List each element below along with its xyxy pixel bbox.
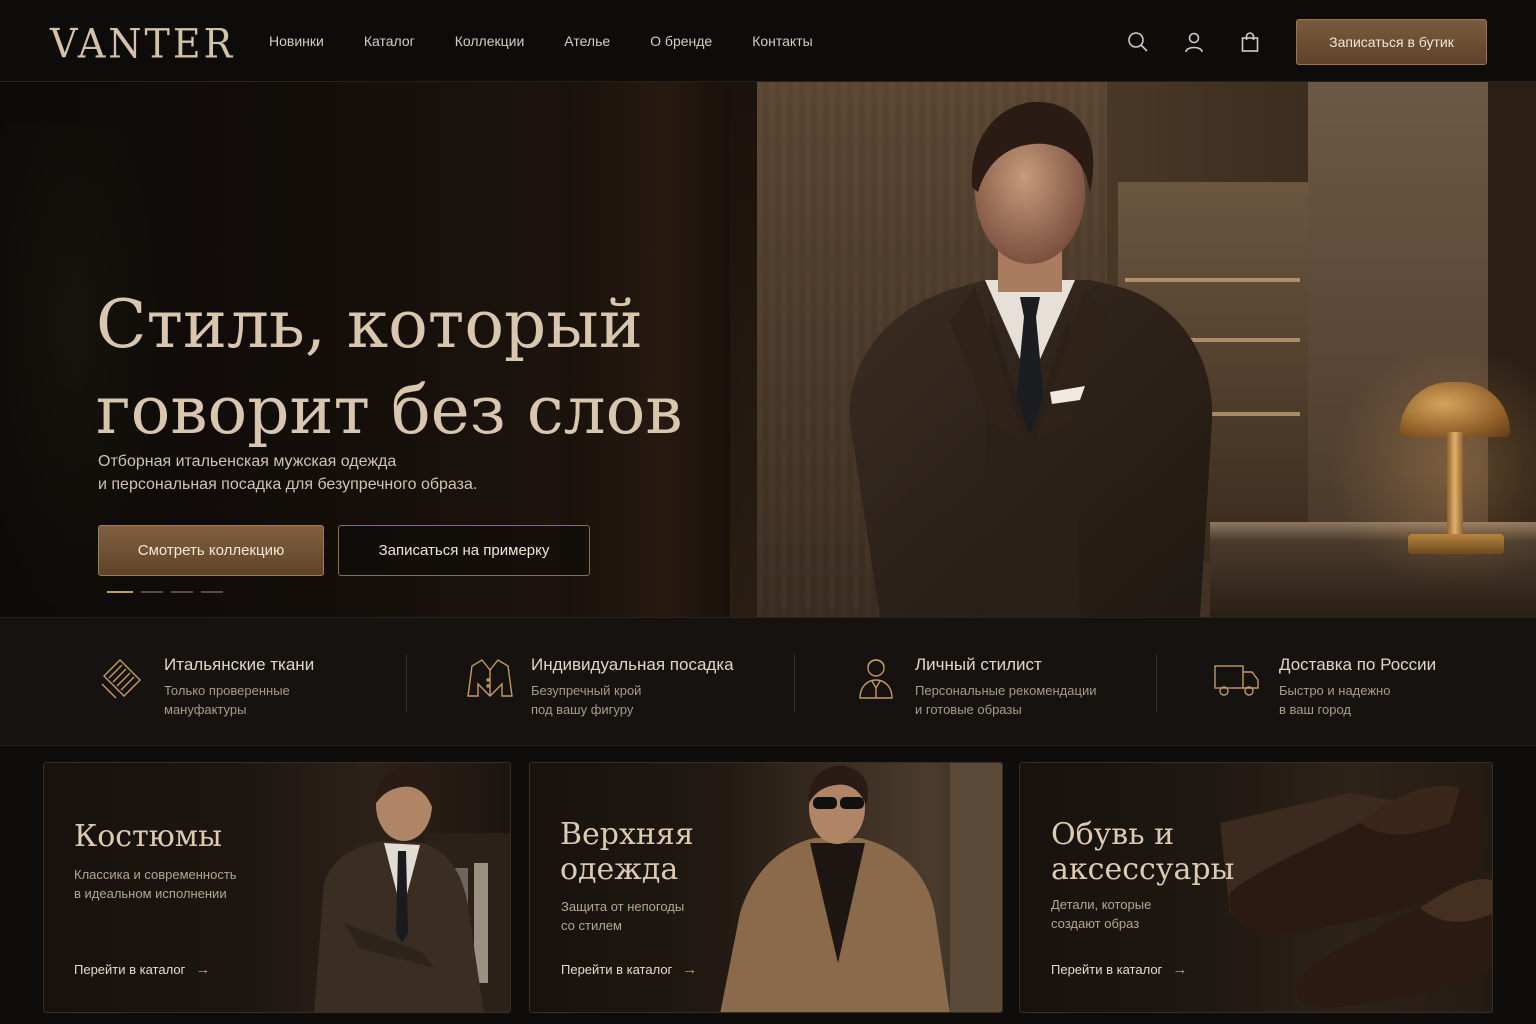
brand-logo[interactable]: VANTER (50, 21, 235, 67)
fabric-icon (101, 659, 141, 699)
stylist-icon (859, 659, 893, 699)
hero-subtitle-line: и персональная посадка для безупречного … (98, 476, 478, 493)
card-catalog-link[interactable]: Перейти в каталог → (1051, 961, 1187, 978)
hero-title: Стиль, который говорит без слов (96, 282, 736, 454)
card-desc-line: Детали, которые (1051, 897, 1152, 912)
card-link-label: Перейти в каталог (561, 962, 673, 977)
card-desc-line: в идеальном исполнении (74, 886, 227, 901)
divider (1156, 654, 1157, 712)
shoes-image (1220, 785, 1492, 1009)
nav-item-about[interactable]: О бренде (650, 33, 712, 49)
outerwear-model-image (720, 763, 1002, 1012)
arrow-right-icon: → (682, 961, 698, 978)
nav-item-catalog[interactable]: Каталог (364, 33, 415, 49)
features-bar: Итальянские ткани Только проверенные ман… (0, 617, 1536, 746)
feature-desc-line: под вашу фигуру (531, 702, 634, 717)
card-link-label: Перейти в каталог (1051, 962, 1163, 977)
card-title-line: Обувь и (1051, 817, 1175, 852)
user-icon[interactable] (1180, 28, 1208, 56)
arrow-right-icon: → (1172, 961, 1188, 978)
card-desc: Детали, которые создают образ (1051, 895, 1151, 933)
feature-item-fit: Индивидуальная посадка Безупречный крой … (466, 618, 786, 747)
header-actions (1124, 28, 1264, 56)
feature-desc-line: мануфактуры (164, 702, 247, 717)
card-title: Верхняя одежда (560, 817, 694, 887)
arrow-right-icon: → (195, 961, 211, 978)
nav-item-new[interactable]: Новинки (269, 33, 324, 49)
card-title-line: Верхняя (560, 817, 694, 852)
feature-desc: Безупречный крой под вашу фигуру (531, 681, 751, 719)
card-title-line: Костюмы (74, 819, 223, 854)
card-title-line: одежда (560, 852, 679, 887)
category-card-suits[interactable]: Костюмы Классика и современность в идеал… (43, 762, 511, 1013)
lamp-base (1408, 534, 1504, 554)
divider (406, 654, 407, 712)
hero-title-line: Стиль, который (96, 286, 643, 363)
card-link-label: Перейти в каталог (74, 962, 186, 977)
feature-desc-line: Безупречный крой (531, 683, 642, 698)
main-nav: Новинки Каталог Коллекции Ателье О бренд… (269, 33, 853, 49)
jacket-icon (467, 659, 513, 697)
slider-dot-2[interactable] (141, 591, 163, 593)
hero-subtitle-line: Отборная итальенская мужская одежда (98, 453, 397, 470)
book-boutique-button[interactable]: Записаться в бутик (1296, 19, 1487, 65)
feature-item-fabrics: Итальянские ткани Только проверенные ман… (98, 618, 398, 747)
feature-title: Личный стилист (915, 655, 1042, 674)
hero-model-image (849, 101, 1213, 617)
feature-desc-line: в ваш город (1279, 702, 1351, 717)
slider-dot-1[interactable] (107, 591, 133, 593)
nav-item-atelier[interactable]: Ателье (564, 33, 610, 49)
feature-title: Индивидуальная посадка (531, 655, 734, 674)
lamp-stem (1447, 432, 1463, 542)
card-desc-line: Классика и современность (74, 867, 237, 882)
feature-title: Итальянские ткани (164, 655, 315, 674)
feature-item-stylist: Личный стилист Персональные рекомендации… (852, 618, 1152, 747)
card-title: Костюмы (74, 819, 222, 854)
card-desc-line: создают образ (1051, 916, 1140, 931)
suits-model-image (314, 766, 510, 1012)
hero-title-line: говорит без слов (96, 372, 683, 449)
category-card-outerwear[interactable]: Верхняя одежда Защита от непогоды со сти… (529, 762, 1003, 1013)
card-title: Обувь и аксессуары (1051, 817, 1234, 887)
hero-subtitle: Отборная итальенская мужская одежда и пе… (98, 450, 658, 496)
feature-desc: Быстро и надежно в ваш город (1279, 681, 1499, 719)
feature-desc-line: и готовые образы (915, 702, 1022, 717)
hero-banner: Стиль, который говорит без слов Отборная… (0, 82, 1536, 617)
card-catalog-link[interactable]: Перейти в каталог → (74, 961, 210, 978)
card-catalog-link[interactable]: Перейти в каталог → (561, 961, 697, 978)
feature-desc-line: Быстро и надежно (1279, 683, 1391, 698)
feature-desc: Персональные рекомендации и готовые обра… (915, 681, 1135, 719)
nav-item-contacts[interactable]: Контакты (752, 33, 812, 49)
site-header: VANTER Новинки Каталог Коллекции Ателье … (0, 0, 1536, 82)
card-title-line: аксессуары (1051, 852, 1235, 887)
book-fitting-button[interactable]: Записаться на примерку (338, 525, 590, 576)
feature-desc-line: Персональные рекомендации (915, 683, 1097, 698)
bag-icon[interactable] (1236, 28, 1264, 56)
card-desc: Защита от непогоды со стилем (561, 897, 684, 935)
card-desc: Классика и современность в идеальном исп… (74, 865, 237, 903)
feature-title: Доставка по России (1279, 655, 1437, 674)
divider (794, 654, 795, 712)
category-card-shoes[interactable]: Обувь и аксессуары Детали, которые созда… (1019, 762, 1493, 1013)
view-collection-button[interactable]: Смотреть коллекцию (98, 525, 324, 576)
truck-icon (1214, 665, 1259, 696)
slider-dot-3[interactable] (171, 591, 193, 593)
feature-item-delivery: Доставка по России Быстро и надежно в ва… (1212, 618, 1512, 747)
feature-desc-line: Только проверенные (164, 683, 290, 698)
card-desc-line: Защита от непогоды (561, 899, 685, 914)
nav-item-collections[interactable]: Коллекции (455, 33, 525, 49)
slider-pagination (107, 591, 223, 593)
slider-dot-4[interactable] (201, 591, 223, 593)
card-desc-line: со стилем (561, 918, 622, 933)
search-icon[interactable] (1124, 28, 1152, 56)
feature-desc: Только проверенные мануфактуры (164, 681, 384, 719)
